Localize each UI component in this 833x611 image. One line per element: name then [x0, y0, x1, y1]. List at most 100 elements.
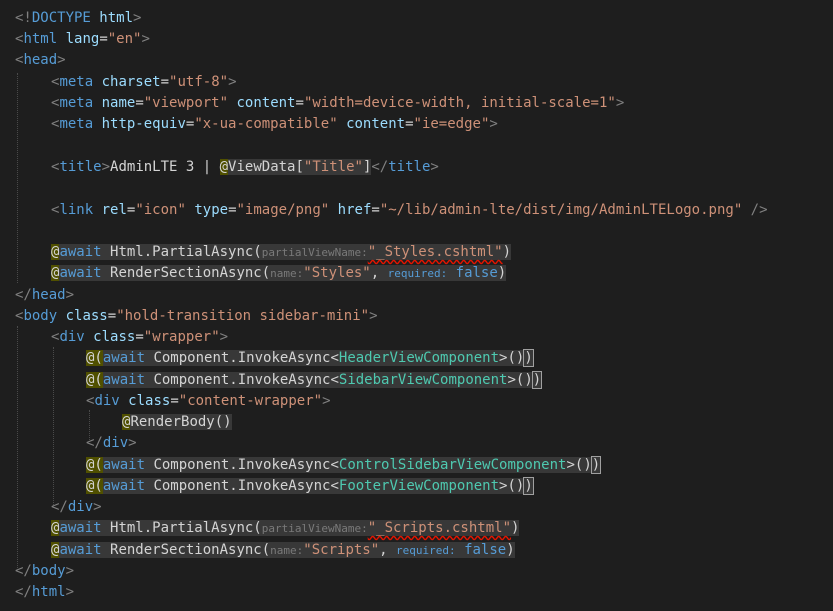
code-token: Component.InvokeAsync<: [145, 478, 339, 494]
code-token: class: [128, 393, 171, 409]
code-token: @await Html.PartialAsync(partialViewName…: [51, 244, 512, 260]
code-editor[interactable]: <!DOCTYPE html> <html lang="en"> <head> …: [0, 0, 833, 611]
code-line-partial-scripts: @await Html.PartialAsync(partialViewName…: [51, 518, 520, 539]
code-token: >: [219, 329, 229, 345]
code-token: type: [194, 202, 229, 218]
code-token: </: [15, 584, 32, 600]
code-token: =: [160, 74, 170, 90]
code-token: >(): [499, 350, 525, 366]
code-token: content: [236, 95, 296, 111]
code-token: name: [101, 95, 136, 111]
code-token: >(): [566, 457, 592, 473]
code-token: await: [102, 457, 146, 473]
code-token: await: [59, 265, 102, 281]
code-token: >: [93, 499, 102, 515]
code-token: Component.InvokeAsync<: [145, 372, 339, 388]
code-token: meta: [59, 95, 94, 111]
code-token: "image/png": [236, 202, 330, 218]
code-token: class: [65, 308, 108, 324]
code-token: await: [102, 350, 146, 366]
code-token: @: [219, 159, 229, 175]
code-token: html: [90, 10, 134, 26]
code-token: div: [94, 393, 120, 409]
code-token: >(): [499, 478, 525, 494]
code-token: [: [295, 159, 304, 175]
code-token: body: [31, 563, 66, 579]
code-token: ): [531, 371, 543, 389]
code-line-doctype: <!DOCTYPE html>: [15, 8, 141, 29]
code-token: @ViewData["Title"]: [219, 159, 372, 175]
indent-guide: [17, 73, 18, 283]
code-token: @(await Component.InvokeAsync<ControlSid…: [86, 456, 602, 474]
code-token: SidebarViewComponent: [338, 372, 508, 388]
code-token: "icon": [135, 202, 186, 218]
code-token: FooterViewComponent: [338, 478, 500, 494]
code-token: </: [86, 435, 103, 451]
code-line-body-open: <body class="hold-transition sidebar-min…: [15, 306, 378, 327]
code-token: ): [523, 349, 534, 367]
code-token: >: [322, 393, 331, 409]
code-token: </: [15, 563, 32, 579]
code-line-meta-charset: <meta charset="utf-8">: [51, 72, 237, 93]
code-token: =: [405, 116, 414, 132]
code-token: @(: [86, 478, 103, 494]
code-token: >(): [507, 372, 533, 388]
code-token: </: [15, 287, 32, 303]
code-line-section-scripts: @await RenderSectionAsync(name:"Scripts"…: [51, 540, 515, 561]
code-token: Html.PartialAsync(: [101, 244, 262, 260]
code-token: >: [57, 52, 66, 68]
code-token: >: [133, 10, 142, 26]
code-token: "utf-8": [169, 74, 229, 90]
code-token: "~/lib/admin-lte/dist/img/AdminLTELogo.p…: [379, 202, 743, 218]
code-token: partialViewName:: [261, 522, 368, 535]
code-token: =: [228, 202, 237, 218]
code-line-head-open: <head>: [15, 50, 66, 71]
code-line-invoke-control-sidebar: @(await Component.InvokeAsync<ControlSid…: [86, 455, 602, 476]
code-line-partial-styles: @await Html.PartialAsync(partialViewName…: [51, 242, 512, 263]
code-token: "_Scripts.cshtml": [367, 520, 512, 536]
code-token: @(: [86, 350, 103, 366]
code-token: lang: [65, 31, 100, 47]
code-token: title: [59, 159, 102, 175]
code-token: >: [65, 563, 75, 579]
code-token: http-equiv: [101, 116, 186, 132]
code-line-meta-viewport: <meta name="viewport" content="width=dev…: [51, 93, 624, 114]
code-token: @(: [86, 457, 103, 473]
code-token: HeaderViewComponent: [338, 350, 500, 366]
code-token: rel: [101, 202, 127, 218]
code-token: RenderBody(): [130, 414, 232, 430]
code-token: @(await Component.InvokeAsync<HeaderView…: [86, 349, 534, 367]
code-line-link-icon: <link rel="icon" type="image/png" href="…: [51, 200, 768, 221]
code-token: div: [67, 499, 94, 515]
code-token: >: [369, 308, 378, 324]
code-token: ): [502, 244, 512, 260]
code-token: Html.PartialAsync(: [101, 520, 262, 536]
code-token: name:: [270, 267, 304, 280]
code-token: ): [506, 542, 515, 558]
code-token: >: [430, 159, 439, 175]
code-line-render-body: @RenderBody(): [122, 412, 232, 433]
code-line-html-open: <html lang="en">: [15, 29, 150, 50]
code-token: await: [102, 478, 146, 494]
code-token: =: [135, 329, 144, 345]
code-token: div: [102, 435, 129, 451]
code-token: name:: [270, 544, 304, 557]
code-token: "ie=edge": [413, 116, 490, 132]
code-token: "Scripts": [303, 542, 380, 558]
code-token: html: [23, 31, 58, 47]
code-token: required:: [396, 544, 456, 557]
code-token: html: [31, 584, 66, 600]
code-line-div-content-close: </div>: [86, 433, 137, 454]
code-token: =: [107, 308, 117, 324]
code-token: "en": [107, 31, 142, 47]
code-token: RenderSectionAsync(: [101, 542, 271, 558]
code-token: @(await Component.InvokeAsync<FooterView…: [86, 477, 534, 495]
code-token: ): [511, 520, 520, 536]
code-token: ControlSidebarViewComponent: [338, 457, 567, 473]
code-token: >: [128, 435, 137, 451]
code-line-head-close: </head>: [15, 285, 74, 306]
code-token: >: [141, 31, 150, 47]
code-token: await: [59, 542, 102, 558]
code-line-section-styles: @await RenderSectionAsync(name:"Styles",…: [51, 263, 507, 284]
code-token: head: [23, 52, 58, 68]
